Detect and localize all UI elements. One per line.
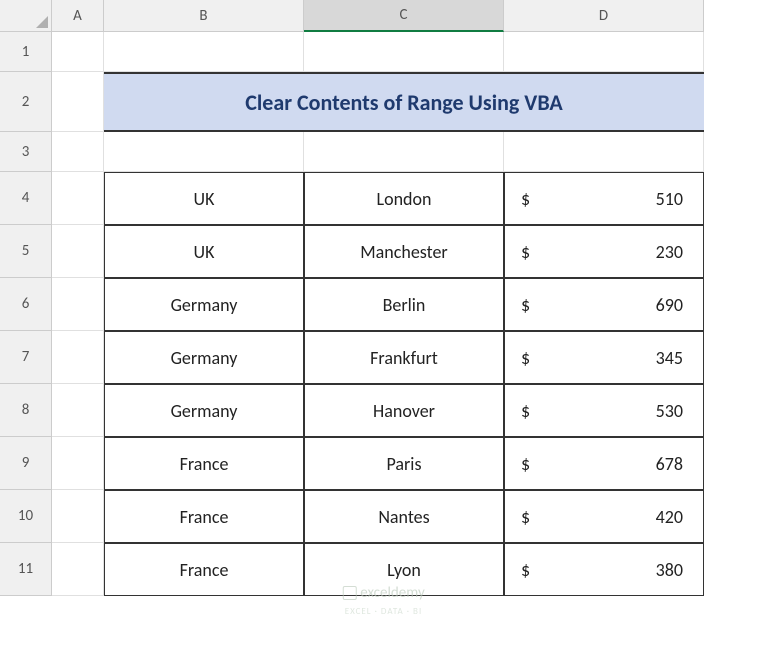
cell-b7[interactable]: Germany (104, 331, 304, 384)
cell-b3[interactable] (104, 132, 304, 172)
cell-a1[interactable] (52, 32, 104, 72)
spreadsheet-grid: A B C D 1 2 Clear Contents of Range Usin… (0, 0, 767, 596)
row-header-2[interactable]: 2 (0, 72, 52, 132)
row-header-8[interactable]: 8 (0, 384, 52, 437)
cell-c8[interactable]: Hanover (304, 384, 504, 437)
cell-d8[interactable]: $ 530 (504, 384, 704, 437)
cell-b9[interactable]: France (104, 437, 304, 490)
cell-d7[interactable]: $ 345 (504, 331, 704, 384)
row-header-3[interactable]: 3 (0, 132, 52, 172)
money-value: 530 (656, 400, 683, 422)
cell-c9[interactable]: Paris (304, 437, 504, 490)
row-header-1[interactable]: 1 (0, 32, 52, 72)
cell-a9[interactable] (52, 437, 104, 490)
row-header-6[interactable]: 6 (0, 278, 52, 331)
cell-c3[interactable] (304, 132, 504, 172)
row-header-9[interactable]: 9 (0, 437, 52, 490)
currency-symbol: $ (521, 559, 530, 581)
cell-a4[interactable] (52, 172, 104, 225)
cell-b11[interactable]: France (104, 543, 304, 596)
cell-c7[interactable]: Frankfurt (304, 331, 504, 384)
money-value: 345 (656, 347, 683, 369)
cell-c6[interactable]: Berlin (304, 278, 504, 331)
money-value: 690 (656, 294, 683, 316)
money-value: 230 (656, 241, 683, 263)
cell-c4[interactable]: London (304, 172, 504, 225)
row-header-7[interactable]: 7 (0, 331, 52, 384)
cell-a8[interactable] (52, 384, 104, 437)
watermark-text: exceldemy (360, 584, 424, 602)
cell-d10[interactable]: $ 420 (504, 490, 704, 543)
cell-d11[interactable]: $ 380 (504, 543, 704, 596)
currency-symbol: $ (521, 400, 530, 422)
cell-b1[interactable] (104, 32, 304, 72)
cell-d5[interactable]: $ 230 (504, 225, 704, 278)
money-value: 678 (656, 453, 683, 475)
currency-symbol: $ (521, 506, 530, 528)
col-header-c[interactable]: C (304, 0, 504, 32)
col-header-a[interactable]: A (52, 0, 104, 32)
row-header-10[interactable]: 10 (0, 490, 52, 543)
cell-b8[interactable]: Germany (104, 384, 304, 437)
cell-a5[interactable] (52, 225, 104, 278)
cell-c5[interactable]: Manchester (304, 225, 504, 278)
select-all-corner[interactable] (0, 0, 52, 32)
watermark-subtitle: EXCEL · DATA · BI (345, 606, 422, 617)
cell-d3[interactable] (504, 132, 704, 172)
title-cell[interactable]: Clear Contents of Range Using VBA (104, 72, 704, 132)
currency-symbol: $ (521, 294, 530, 316)
col-header-d[interactable]: D (504, 0, 704, 32)
currency-symbol: $ (521, 188, 530, 210)
currency-symbol: $ (521, 453, 530, 475)
cell-c1[interactable] (304, 32, 504, 72)
cell-b5[interactable]: UK (104, 225, 304, 278)
watermark: exceldemy (342, 584, 424, 602)
cell-a11[interactable] (52, 543, 104, 596)
cell-d1[interactable] (504, 32, 704, 72)
money-value: 420 (656, 506, 683, 528)
cell-d6[interactable]: $ 690 (504, 278, 704, 331)
row-header-5[interactable]: 5 (0, 225, 52, 278)
cell-a6[interactable] (52, 278, 104, 331)
row-header-11[interactable]: 11 (0, 543, 52, 596)
cell-b10[interactable]: France (104, 490, 304, 543)
money-value: 510 (656, 188, 683, 210)
cell-d4[interactable]: $ 510 (504, 172, 704, 225)
cell-b4[interactable]: UK (104, 172, 304, 225)
row-header-4[interactable]: 4 (0, 172, 52, 225)
cell-b6[interactable]: Germany (104, 278, 304, 331)
cell-a10[interactable] (52, 490, 104, 543)
cell-c10[interactable]: Nantes (304, 490, 504, 543)
currency-symbol: $ (521, 347, 530, 369)
cell-a3[interactable] (52, 132, 104, 172)
cell-d9[interactable]: $ 678 (504, 437, 704, 490)
col-header-b[interactable]: B (104, 0, 304, 32)
currency-symbol: $ (521, 241, 530, 263)
cell-a7[interactable] (52, 331, 104, 384)
watermark-icon (342, 586, 356, 600)
cell-a2[interactable] (52, 72, 104, 132)
money-value: 380 (656, 559, 683, 581)
